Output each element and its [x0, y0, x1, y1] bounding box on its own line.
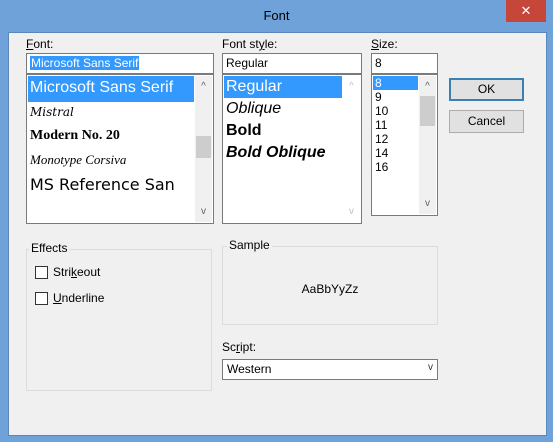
scroll-thumb[interactable] — [196, 136, 211, 158]
strikeout-checkbox[interactable] — [35, 266, 48, 279]
script-select[interactable]: Western v — [222, 359, 438, 380]
ok-button[interactable]: OK — [449, 78, 524, 101]
cancel-button[interactable]: Cancel — [449, 110, 524, 133]
font-style-input[interactable]: Regular — [222, 53, 362, 74]
size-item-16[interactable]: 16 — [373, 160, 418, 174]
font-name-input[interactable]: Microsoft Sans Serif — [26, 53, 214, 74]
sample-text: AaBbYyZz — [301, 282, 359, 296]
font-item-mistral[interactable]: Mistral — [28, 102, 194, 124]
scroll-up-icon[interactable]: ^ — [195, 78, 212, 95]
font-item-ms-reference-sans[interactable]: MS Reference San — [28, 173, 194, 199]
chevron-down-icon[interactable]: v — [428, 362, 433, 373]
scroll-down-icon[interactable]: v — [195, 203, 212, 220]
font-style-value: Regular — [226, 56, 269, 70]
font-dialog: Font ✕ Font: Microsoft Sans Serif Micros… — [0, 0, 553, 442]
size-item-10[interactable]: 10 — [373, 104, 418, 118]
font-item-modern-no-20[interactable]: Modern No. 20 — [28, 124, 194, 149]
size-list-scrollbar[interactable]: ^ v — [419, 76, 436, 214]
script-value: Western — [227, 362, 272, 376]
underline-checkbox[interactable] — [35, 292, 48, 305]
close-icon: ✕ — [520, 3, 532, 18]
scroll-thumb[interactable] — [420, 96, 435, 126]
font-item-monotype-corsiva[interactable]: Monotype Corsiva — [28, 149, 194, 173]
size-item-12[interactable]: 12 — [373, 132, 418, 146]
font-style-label: Font style: — [222, 37, 278, 51]
style-item-regular[interactable]: Regular — [224, 76, 342, 98]
dialog-client-area: Font: Microsoft Sans Serif Microsoft San… — [8, 32, 547, 436]
font-style-list[interactable]: Regular Oblique Bold Bold Oblique ^ v — [222, 74, 362, 224]
scroll-down-icon[interactable]: v — [419, 195, 436, 212]
font-list-scrollbar[interactable]: ^ v — [195, 76, 212, 222]
style-item-bold-oblique[interactable]: Bold Oblique — [224, 142, 342, 164]
style-list-scrollbar[interactable]: ^ v — [343, 76, 360, 222]
underline-label[interactable]: Underline — [53, 291, 104, 305]
size-item-11[interactable]: 11 — [373, 118, 418, 132]
title-bar[interactable]: Font ✕ — [0, 0, 553, 32]
size-label: Size: — [371, 37, 398, 51]
scroll-down-icon[interactable]: v — [343, 203, 360, 220]
sample-title: Sample — [227, 238, 272, 252]
size-input[interactable]: 8 — [371, 53, 438, 74]
script-label: Script: — [222, 340, 257, 354]
font-name-value: Microsoft Sans Serif — [30, 56, 140, 70]
size-item-9[interactable]: 9 — [373, 90, 418, 104]
size-value: 8 — [375, 56, 382, 70]
font-item-microsoft-sans-serif[interactable]: Microsoft Sans Serif — [28, 76, 194, 102]
font-label: Font: — [26, 37, 54, 51]
font-list[interactable]: Microsoft Sans Serif Mistral Modern No. … — [26, 74, 214, 224]
scroll-up-icon[interactable]: ^ — [419, 78, 436, 95]
window-title: Font — [263, 8, 290, 23]
close-button[interactable]: ✕ — [506, 0, 546, 22]
size-item-14[interactable]: 14 — [373, 146, 418, 160]
style-item-bold[interactable]: Bold — [224, 120, 342, 142]
effects-title: Effects — [29, 241, 70, 255]
scroll-up-icon[interactable]: ^ — [343, 78, 360, 95]
style-item-oblique[interactable]: Oblique — [224, 98, 342, 120]
size-list[interactable]: 8 9 10 11 12 14 16 ^ v — [371, 74, 438, 216]
strikeout-label[interactable]: Strikeout — [53, 265, 100, 279]
size-item-8[interactable]: 8 — [373, 76, 418, 90]
